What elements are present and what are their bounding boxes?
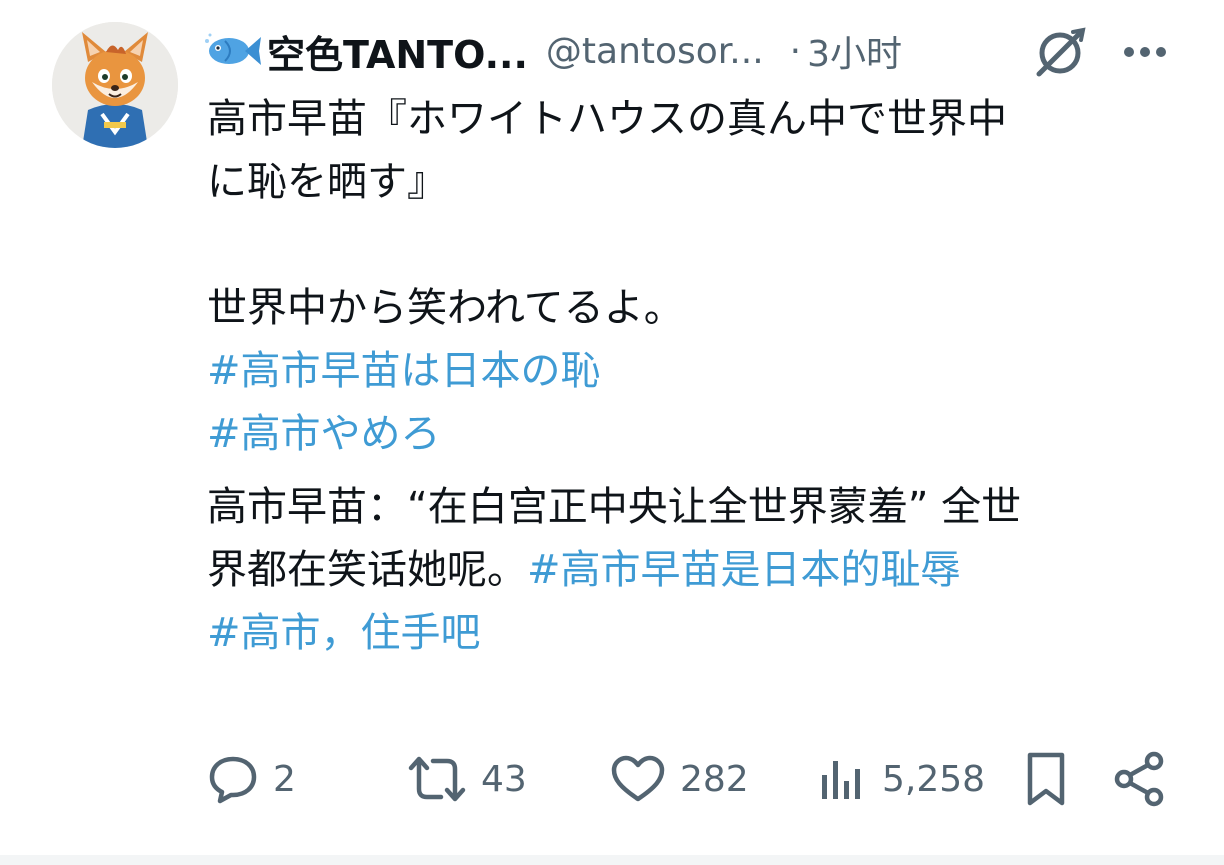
repost-count: 43 [481,758,527,800]
repost-button[interactable]: 43 [407,744,527,814]
author-display-name[interactable]: 空色TANTO... [267,24,528,79]
bookmark-icon [1027,752,1065,806]
views-chart-icon [822,761,860,799]
avatar[interactable] [52,22,178,148]
separator-dot: · [789,30,802,72]
hashtag-link[interactable]: #高市早苗是日本的耻辱 [527,547,961,593]
tweet-text: 高市早苗『ホワイトハウスの真ん中で世界中 に恥を晒す』 世界中から笑われてるよ。… [207,88,1167,665]
share-button[interactable] [1110,744,1170,814]
tweet-line: 世界中から笑われてるよ。 [207,285,684,331]
views-count: 5,258 [882,758,986,800]
fish-emoji-icon [205,31,263,71]
views-button[interactable]: 5,258 [818,744,985,814]
bookmark-button[interactable] [1024,744,1068,814]
tweet-line: 高市早苗：“在白宫正中央让全世界蒙羞” 全世 [207,484,1022,530]
fox-mascot-avatar [52,22,178,148]
author-handle[interactable]: @tantosor... [546,31,764,72]
like-button[interactable]: 282 [610,744,749,814]
tweet-line: 界都在笑话她呢。 [207,547,527,593]
hashtag-link[interactable]: #高市，住手吧 [207,610,481,656]
post-time[interactable]: 3小时 [807,25,902,77]
like-count: 282 [680,758,749,800]
reply-count: 2 [273,758,296,800]
share-icon [1114,751,1164,807]
heart-icon [611,755,665,802]
reply-button[interactable]: 2 [207,744,296,814]
divider [0,855,1224,865]
tweet-header: 空色TANTO... @tantosor... · 3小时 [205,20,1195,82]
tweet-line: に恥を晒す』 [207,159,447,205]
more-options-icon[interactable] [1117,28,1173,76]
tweet-line: 高市早苗『ホワイトハウスの真ん中で世界中 [207,96,1007,142]
hashtag-link[interactable]: #高市早苗は日本の恥 [207,348,601,394]
reply-icon [209,756,257,804]
grok-icon[interactable] [1031,26,1089,78]
repost-icon [408,756,466,802]
hashtag-link[interactable]: #高市やめろ [207,411,441,457]
tweet-actions: 2 43 282 5,258 [0,744,1224,814]
